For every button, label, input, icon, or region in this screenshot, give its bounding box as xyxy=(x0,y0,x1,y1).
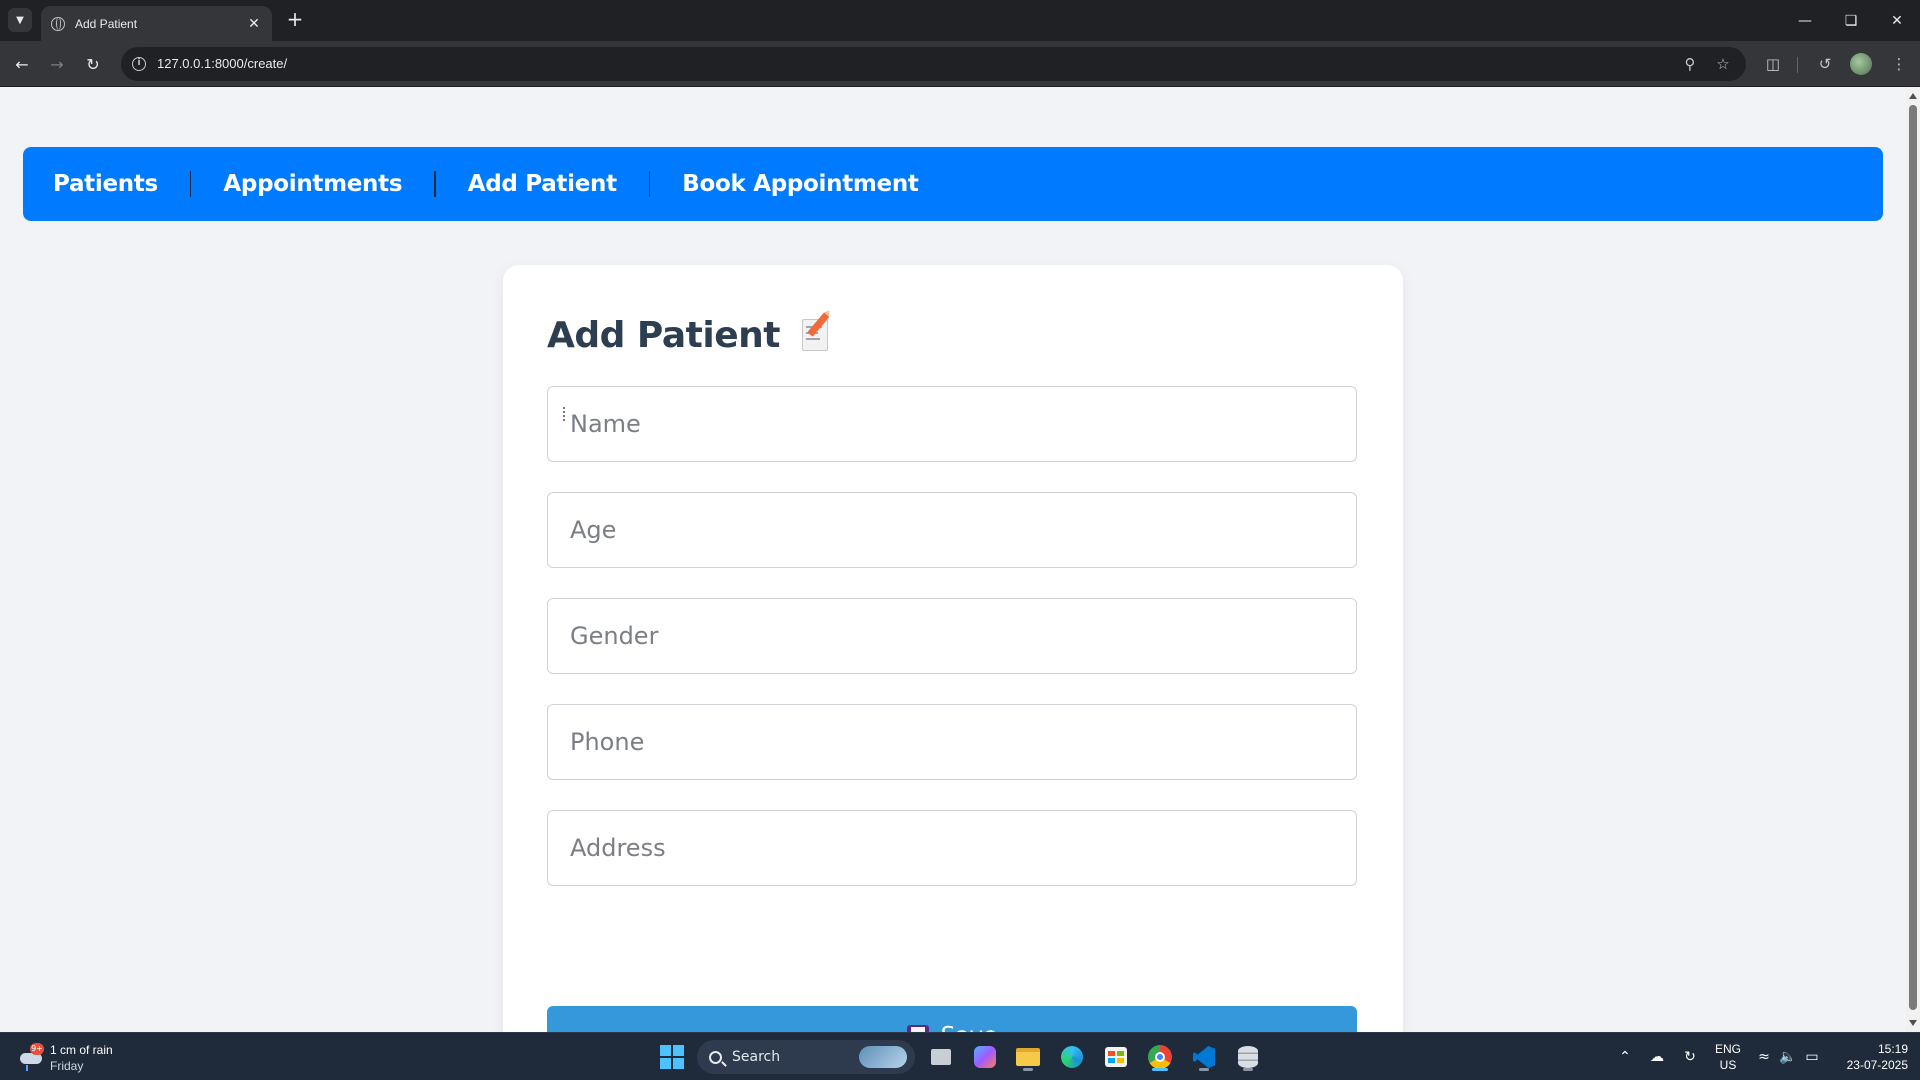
weather-widget[interactable]: 1 cm of rain Friday xyxy=(50,1042,113,1074)
start-button[interactable] xyxy=(657,1042,687,1072)
gender-field[interactable] xyxy=(547,598,1357,674)
url-text[interactable]: 127.0.0.1:8000/create/ xyxy=(157,56,287,71)
update-icon[interactable]: ↻ xyxy=(1681,1049,1699,1065)
floppy-disk-icon xyxy=(906,1025,929,1032)
weather-day: Friday xyxy=(50,1059,84,1073)
language-code: ENG xyxy=(1714,1042,1741,1056)
age-field[interactable] xyxy=(547,492,1357,568)
battery-icon[interactable]: ▭ xyxy=(1803,1049,1821,1065)
database-icon[interactable] xyxy=(1233,1042,1263,1072)
page-title-text: Add Patient xyxy=(547,315,780,356)
globe-icon xyxy=(51,16,65,31)
text-cursor xyxy=(563,407,566,421)
file-explorer-icon[interactable] xyxy=(1013,1042,1043,1072)
taskbar-search[interactable]: Search xyxy=(697,1040,915,1074)
page-scrollbar[interactable] xyxy=(1906,87,1920,1032)
nav-divider xyxy=(648,171,651,197)
scroll-up-arrow-icon[interactable] xyxy=(1909,93,1917,99)
nav-divider xyxy=(434,171,436,197)
zoom-icon[interactable]: ⚲ xyxy=(1680,54,1700,74)
windows-taskbar: 9+ 1 cm of rain Friday Search ⌃ ☁ ↻ ENG … xyxy=(0,1032,1920,1080)
windows-logo-icon xyxy=(660,1045,684,1069)
copilot-icon[interactable] xyxy=(970,1042,1000,1072)
save-button-label: Save xyxy=(941,1023,997,1032)
language-indicator[interactable]: ENG US xyxy=(1713,1041,1743,1073)
memo-icon xyxy=(801,311,832,353)
scroll-down-arrow-icon[interactable] xyxy=(1909,1020,1917,1026)
edge-browser-icon[interactable] xyxy=(1057,1042,1087,1072)
forward-button[interactable]: → xyxy=(45,52,69,76)
tab-search-button[interactable]: ▼ xyxy=(8,8,32,32)
close-icon[interactable]: ✕ xyxy=(246,16,262,32)
clock-time: 15:19 xyxy=(1877,1042,1908,1056)
sync-icon[interactable]: ↺ xyxy=(1814,53,1836,75)
toolbar-divider xyxy=(1797,57,1798,73)
weather-badge: 9+ xyxy=(30,1043,44,1055)
weather-summary: 1 cm of rain xyxy=(50,1043,113,1057)
extensions-icon[interactable]: ◫ xyxy=(1762,53,1784,75)
menu-kebab-icon[interactable]: ⋮ xyxy=(1888,53,1910,75)
top-navbar: Patients Appointments Add Patient Book A… xyxy=(23,147,1883,221)
phone-field[interactable] xyxy=(547,704,1357,780)
address-field[interactable] xyxy=(547,810,1357,886)
search-icon xyxy=(709,1050,722,1064)
minimize-button[interactable]: — xyxy=(1782,0,1828,41)
add-patient-card: Add Patient Save xyxy=(503,265,1403,1032)
window-close-button[interactable]: ✕ xyxy=(1874,0,1920,41)
profile-avatar[interactable] xyxy=(1850,53,1872,75)
taskbar-search-label: Search xyxy=(732,1049,781,1065)
name-field[interactable] xyxy=(547,386,1357,462)
chevron-down-icon: ▼ xyxy=(16,14,24,26)
nav-link-patients[interactable]: Patients xyxy=(53,171,158,197)
chevron-up-icon[interactable]: ⌃ xyxy=(1616,1049,1634,1065)
nav-divider xyxy=(189,171,192,197)
microsoft-store-icon[interactable] xyxy=(1101,1042,1131,1072)
browser-toolbar: ← → ↻ i 127.0.0.1:8000/create/ ⚲ ☆ ◫ ↺ ⋮ xyxy=(0,41,1920,87)
volume-muted-icon[interactable]: 🔈 xyxy=(1779,1049,1797,1065)
reload-button[interactable]: ↻ xyxy=(81,52,105,76)
new-tab-button[interactable]: + xyxy=(283,8,307,30)
tab-title: Add Patient xyxy=(75,16,138,31)
scroll-thumb[interactable] xyxy=(1909,105,1917,1010)
site-info-icon[interactable]: i xyxy=(132,57,146,71)
chrome-icon[interactable] xyxy=(1145,1042,1175,1072)
save-button[interactable]: Save xyxy=(547,1006,1357,1032)
task-view-icon[interactable] xyxy=(926,1042,956,1072)
bookmark-star-icon[interactable]: ☆ xyxy=(1713,54,1733,74)
page-viewport: Patients Appointments Add Patient Book A… xyxy=(0,87,1906,1032)
back-button[interactable]: ← xyxy=(10,52,34,76)
nav-link-book-appointment[interactable]: Book Appointment xyxy=(682,171,919,197)
clock[interactable]: 15:19 23-07-2025 xyxy=(1832,1041,1908,1073)
clock-date: 23-07-2025 xyxy=(1846,1058,1908,1072)
address-bar[interactable]: i 127.0.0.1:8000/create/ ⚲ ☆ xyxy=(121,47,1746,81)
weather-rain-icon[interactable]: 9+ xyxy=(18,1043,46,1071)
search-highlight-image xyxy=(859,1046,907,1068)
wifi-icon[interactable]: ≈ xyxy=(1755,1049,1773,1065)
page-title: Add Patient xyxy=(547,311,832,356)
browser-tab-bar: ▼ Add Patient ✕ + — ❏ ✕ xyxy=(0,0,1920,41)
browser-tab-active[interactable]: Add Patient ✕ xyxy=(41,6,272,41)
vscode-icon[interactable] xyxy=(1189,1042,1219,1072)
nav-link-appointments[interactable]: Appointments xyxy=(223,171,402,197)
restore-button[interactable]: ❏ xyxy=(1828,0,1874,41)
onedrive-icon[interactable]: ☁ xyxy=(1648,1049,1666,1065)
keyboard-layout: US xyxy=(1719,1058,1737,1072)
nav-link-add-patient[interactable]: Add Patient xyxy=(468,171,617,197)
